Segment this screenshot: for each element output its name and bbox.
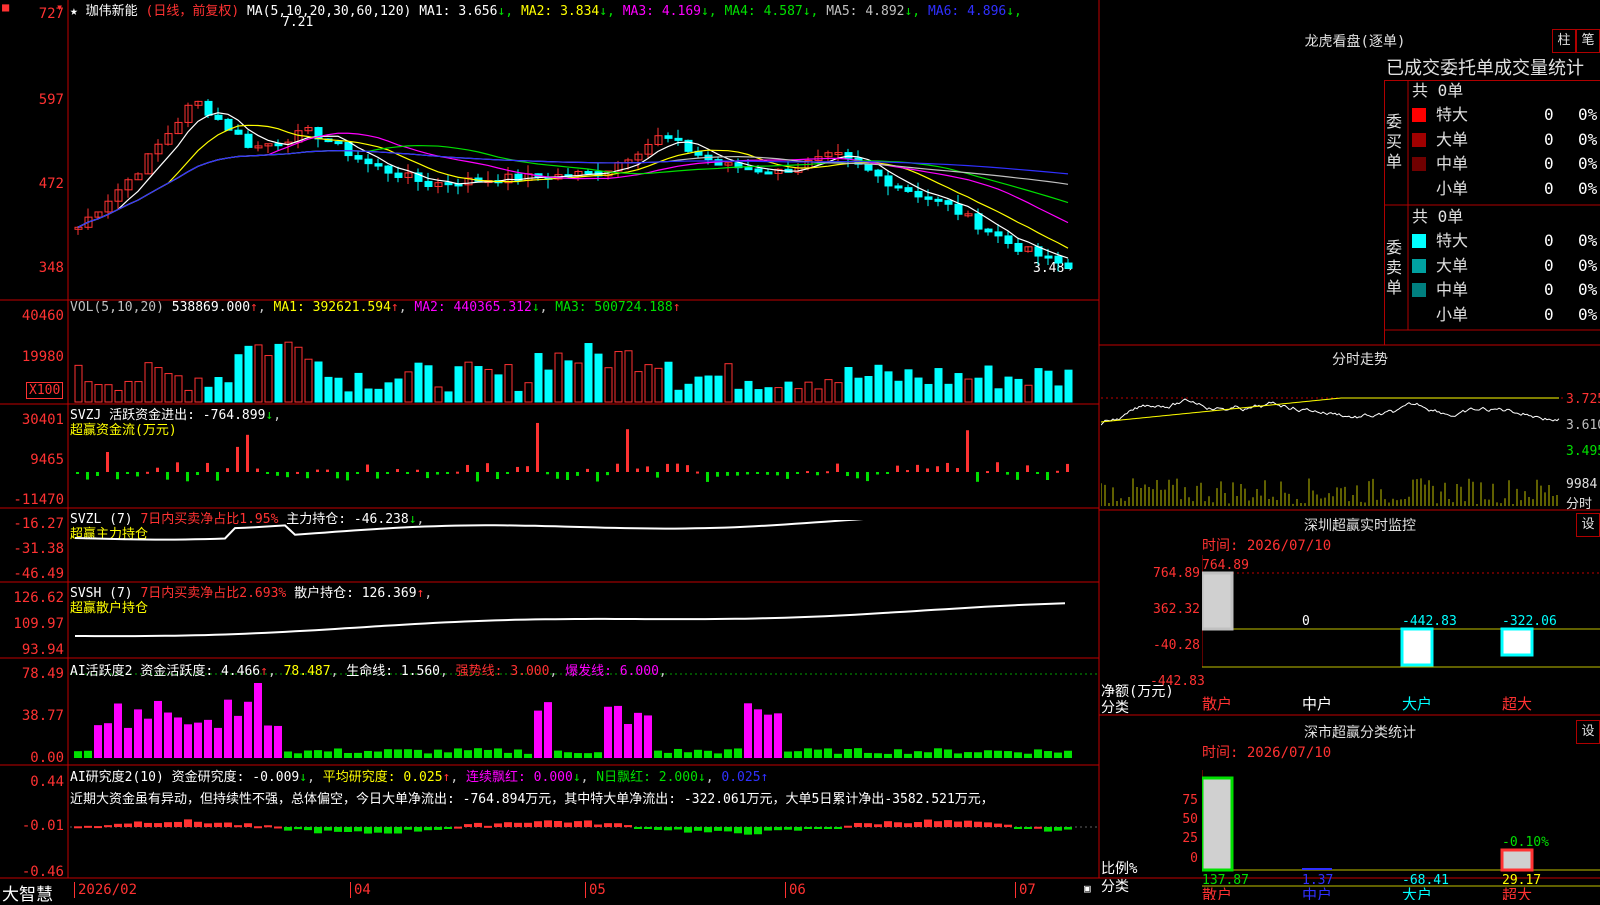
intraday-unit: 分时 [1566, 497, 1593, 512]
order-p: 0% [1578, 255, 1598, 275]
order-n: 0 [1544, 280, 1554, 299]
sz-value: 764.89 [1202, 558, 1249, 573]
order-p: 0% [1578, 154, 1598, 173]
cls-category: 散户 [1202, 886, 1232, 900]
intraday-vol-max: 9984 [1566, 477, 1598, 492]
order-n: 0 [1544, 154, 1554, 173]
order-n: 0 [1544, 231, 1554, 250]
order-p: 0% [1578, 105, 1598, 124]
cls-category: 中户 [1302, 886, 1332, 900]
intraday-axis-low: 3.495 [1566, 444, 1600, 459]
cls-bar-mid [1302, 868, 1332, 870]
order-n: 0 [1544, 129, 1554, 149]
sz-bar [1202, 571, 1234, 631]
sz-bar [1400, 627, 1434, 667]
intraday-price-line [1101, 398, 1560, 426]
order-swatch [1412, 258, 1426, 273]
order-name: 小单 [1436, 178, 1469, 198]
cls-category: 超大 [1502, 886, 1532, 900]
order-n: 0 [1544, 105, 1554, 124]
order-name: 中单 [1436, 154, 1469, 173]
cls-axis-0: 75 [1182, 793, 1198, 808]
intraday-title: 分时走势 [1332, 352, 1388, 368]
order-name: 中单 [1436, 280, 1469, 299]
cls-settings-button[interactable]: 设 [1576, 720, 1600, 744]
cls-unit: 比例% [1101, 861, 1138, 877]
intraday-chart[interactable] [1101, 370, 1565, 508]
sz-title: 深圳超赢实时监控 [1304, 518, 1416, 534]
order-swatch [1412, 108, 1426, 122]
cls-top-value: -0.10% [1502, 835, 1549, 850]
sz-bar [1500, 627, 1534, 657]
order-n: 0 [1544, 255, 1554, 275]
cls-axis-3: 0 [1190, 851, 1198, 866]
order-swatch [1412, 157, 1426, 171]
sz-axis-2: -40.28 [1153, 638, 1200, 653]
cls-chart[interactable]: -0.10%137.87散户1.37中户-68.41大户29.17超大 [1202, 770, 1600, 900]
cls-category: 大户 [1402, 886, 1432, 900]
cls-class: 分类 [1101, 879, 1129, 895]
order-n: 0 [1544, 304, 1554, 324]
cls-axis-2: 25 [1182, 831, 1198, 846]
intraday-axis-mid: 3.610 [1566, 418, 1600, 433]
sz-category: 超大 [1502, 695, 1532, 713]
order-p: 0% [1578, 231, 1598, 250]
order-swatch [1412, 283, 1426, 297]
sz-value: -442.83 [1402, 614, 1457, 629]
sz-category: 中户 [1302, 695, 1332, 713]
order-name: 特大 [1436, 105, 1469, 124]
order-n: 0 [1544, 178, 1554, 198]
cls-bar-retail [1202, 776, 1234, 872]
cls-axis-1: 50 [1182, 812, 1198, 827]
buy-side-label: 委买单 [1386, 112, 1403, 171]
sell-total: 共 0单 [1412, 207, 1464, 226]
sz-class: 分类 [1101, 700, 1129, 716]
order-name: 大单 [1436, 129, 1469, 149]
sz-category: 大户 [1402, 695, 1432, 713]
sell-side-label: 委卖单 [1386, 238, 1403, 297]
order-name: 特大 [1436, 231, 1469, 250]
sz-axis-0: 764.89 [1153, 566, 1200, 581]
order-swatch [1412, 234, 1426, 248]
sz-axis-1: 362.32 [1153, 602, 1200, 617]
order-p: 0% [1578, 280, 1598, 299]
cls-title: 深市超赢分类统计 [1304, 725, 1416, 741]
intraday-axis-top: 3.725 [1566, 392, 1600, 407]
order-name: 大单 [1436, 255, 1469, 275]
sz-value: 0 [1302, 614, 1310, 629]
sz-category: 散户 [1202, 695, 1232, 713]
order-p: 0% [1578, 178, 1598, 198]
order-p: 0% [1578, 304, 1598, 324]
order-p: 0% [1578, 129, 1598, 149]
buy-total: 共 0单 [1412, 81, 1464, 100]
cls-bar-super [1500, 848, 1534, 872]
sz-value: -322.06 [1502, 614, 1557, 629]
sz-time: 时间: 2026/07/10 [1202, 538, 1332, 554]
cls-time: 时间: 2026/07/10 [1202, 745, 1332, 761]
sz-settings-button[interactable]: 设 [1576, 513, 1600, 537]
sz-monitor-chart[interactable]: 764.89 散户 0 中户 -442.83 大户 -322.06 超大 [1202, 555, 1600, 713]
order-swatch [1412, 132, 1426, 147]
order-name: 小单 [1436, 304, 1469, 324]
